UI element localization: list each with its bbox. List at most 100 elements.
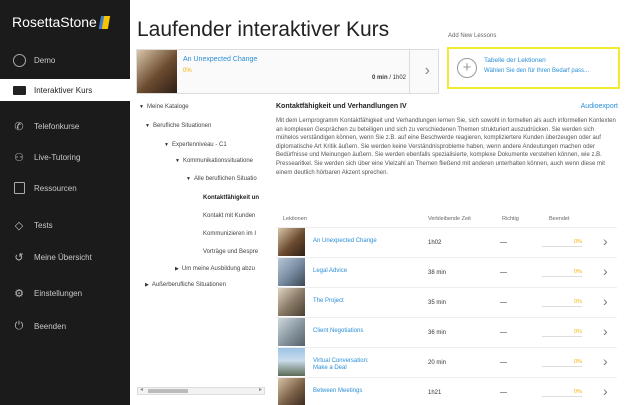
lesson-correct: — xyxy=(500,389,507,396)
tree-horizontal-scrollbar[interactable]: ◂ ▸ xyxy=(137,387,265,395)
lesson-time: 35 min xyxy=(428,300,447,306)
course-name[interactable]: An Unexpected Change xyxy=(183,56,257,63)
sidebar-item-label: Live-Tutoring xyxy=(34,152,81,162)
course-time: 0 min / 1h02 xyxy=(371,75,406,81)
sidebar-item-tests[interactable]: ◇ Tests xyxy=(0,214,130,236)
lesson-correct: — xyxy=(500,239,507,246)
sidebar-item-label: Einstellungen xyxy=(34,288,83,298)
section-title: Kontaktfähigkeit und Verhandlungen IV xyxy=(276,103,407,110)
lesson-correct: — xyxy=(500,359,507,366)
sidebar-item-label: Beenden xyxy=(34,321,67,331)
user-circle-icon xyxy=(12,53,26,67)
sidebar-item-label: Telefonkurse xyxy=(34,121,80,131)
sidebar-item-settings[interactable]: ⚙ Einstellungen xyxy=(0,282,130,304)
sidebar-item-phone-courses[interactable]: ✆ Telefonkurse xyxy=(0,115,130,137)
tree-item[interactable]: ▼ Expertenniveau - C1 xyxy=(164,142,227,148)
scrollbar-thumb[interactable] xyxy=(148,389,188,393)
course-thumbnail xyxy=(137,50,177,93)
sidebar-item-live-tutoring[interactable]: ⚇ Live-Tutoring xyxy=(0,146,130,168)
tree-item[interactable]: ▼ Kommunikationssituatione xyxy=(175,158,253,164)
tree-item-selected[interactable]: Kontaktfähigkeit un xyxy=(203,195,259,201)
section-description: Mit dem Lernprogramm Kontaktfähigkeit un… xyxy=(276,118,616,176)
course-progress: 0% xyxy=(183,68,192,74)
chevron-right-icon[interactable]: › xyxy=(425,62,430,80)
current-course-card[interactable]: An Unexpected Change 0% 0 min / 1h02 › xyxy=(136,49,439,94)
gear-icon: ⚙ xyxy=(14,287,24,300)
scroll-left-icon[interactable]: ◂ xyxy=(140,386,143,393)
graduation-cap-icon: ◇ xyxy=(14,219,24,232)
lesson-progress: 0% xyxy=(542,299,582,307)
tree-item[interactable]: Kontakt mit Kunden xyxy=(203,213,255,219)
tree-item[interactable]: ▼ Meine Kataloge xyxy=(139,104,189,110)
lesson-progress: 0% xyxy=(542,329,582,337)
lesson-time: 38 min xyxy=(428,270,447,276)
sidebar: RosettaStone Demo Interaktiver Kurs ✆ Te… xyxy=(0,0,130,405)
sidebar-item-label: Meine Übersicht xyxy=(34,252,92,262)
plus-circle-icon: + xyxy=(457,58,477,78)
lesson-time: 1h02 xyxy=(428,240,442,246)
sidebar-item-label: Tests xyxy=(34,220,53,230)
table-row[interactable]: Virtual Conversation: Make a Deal 20 min… xyxy=(276,347,617,377)
lesson-name[interactable]: An Unexpected Change xyxy=(313,238,383,245)
logo-flag-icon xyxy=(98,16,110,29)
sidebar-item-quit[interactable]: ⏻ Beenden xyxy=(0,315,130,337)
column-header-remaining-time: Verbleibende Zeit xyxy=(428,216,471,222)
lesson-table-title: Tabelle der Lektionen xyxy=(484,57,546,64)
lesson-name[interactable]: Legal Advice xyxy=(313,268,383,275)
column-header-lessons: Lektionen xyxy=(283,216,307,222)
tree-item[interactable]: Vorträge und Bespre xyxy=(203,249,258,255)
tree-item[interactable]: ▶ Außerberufliche Situationen xyxy=(145,282,226,288)
sidebar-item-interactive-course[interactable]: Interaktiver Kurs xyxy=(0,79,130,101)
sidebar-item-label: Demo xyxy=(34,55,56,65)
chevron-right-icon[interactable]: › xyxy=(603,293,608,309)
phone-icon: ✆ xyxy=(14,120,24,133)
lesson-correct: — xyxy=(500,269,507,276)
table-row[interactable]: Legal Advice 38 min — 0% › xyxy=(276,257,617,287)
lesson-thumbnail xyxy=(278,258,305,286)
tree-item[interactable]: ▼ Alle beruflichen Situatio xyxy=(186,176,257,182)
column-header-correct: Richtig xyxy=(502,216,519,222)
chevron-right-icon[interactable]: › xyxy=(603,353,608,369)
lesson-table-button[interactable]: + Tabelle der Lektionen Wählen Sie den f… xyxy=(447,47,620,89)
tree-item[interactable]: ▶ Um meine Ausbildung abzu xyxy=(175,266,255,272)
chevron-right-icon[interactable]: › xyxy=(603,233,608,249)
lesson-progress: 0% xyxy=(542,239,582,247)
table-row[interactable]: Client Negotiations 36 min — 0% › xyxy=(276,317,617,347)
lesson-table-subtitle: Wählen Sie den für Ihren Bedarf pass... xyxy=(484,68,590,74)
lesson-thumbnail xyxy=(278,228,305,256)
lesson-name[interactable]: Client Negotiations xyxy=(313,328,383,335)
sidebar-item-overview[interactable]: ↺ Meine Übersicht xyxy=(0,246,130,268)
lesson-name[interactable]: Between Meetings xyxy=(313,388,383,395)
lesson-name[interactable]: The Project xyxy=(313,298,383,305)
lesson-thumbnail xyxy=(278,348,305,376)
column-header-finished: Beendet xyxy=(549,216,570,222)
sidebar-item-label: Ressourcen xyxy=(34,183,77,193)
lesson-thumbnail xyxy=(278,378,305,405)
audio-export-link[interactable]: Audioexport xyxy=(581,103,618,110)
scroll-right-icon[interactable]: ▸ xyxy=(259,386,262,393)
lesson-progress: 0% xyxy=(542,269,582,277)
lesson-progress: 0% xyxy=(542,389,582,397)
tree-item[interactable]: Kommunizieren im I xyxy=(203,231,256,237)
sidebar-item-demo[interactable]: Demo xyxy=(0,49,130,71)
document-icon xyxy=(12,181,26,195)
chevron-right-icon[interactable]: › xyxy=(603,263,608,279)
chevron-right-icon[interactable]: › xyxy=(603,383,608,399)
lesson-correct: — xyxy=(500,329,507,336)
lesson-thumbnail xyxy=(278,318,305,346)
lesson-correct: — xyxy=(500,299,507,306)
chevron-right-icon[interactable]: › xyxy=(603,323,608,339)
sidebar-item-resources[interactable]: Ressourcen xyxy=(0,177,130,199)
rosetta-stone-logo: RosettaStone xyxy=(12,14,110,30)
table-row[interactable]: Between Meetings 1h21 — 0% › xyxy=(276,377,617,405)
lesson-time: 1h21 xyxy=(428,390,442,396)
lesson-name[interactable]: Virtual Conversation: Make a Deal xyxy=(313,358,383,372)
table-row[interactable]: The Project 35 min — 0% › xyxy=(276,287,617,317)
lesson-thumbnail xyxy=(278,288,305,316)
lesson-time: 36 min xyxy=(428,330,447,336)
page-title: Laufender interaktiver Kurs xyxy=(137,18,390,41)
lesson-progress: 0% xyxy=(542,359,582,367)
tree-item[interactable]: ▼ Berufliche Situationen xyxy=(145,123,211,129)
table-row[interactable]: An Unexpected Change 1h02 — 0% › xyxy=(276,227,617,257)
sidebar-item-label: Interaktiver Kurs xyxy=(34,85,93,95)
